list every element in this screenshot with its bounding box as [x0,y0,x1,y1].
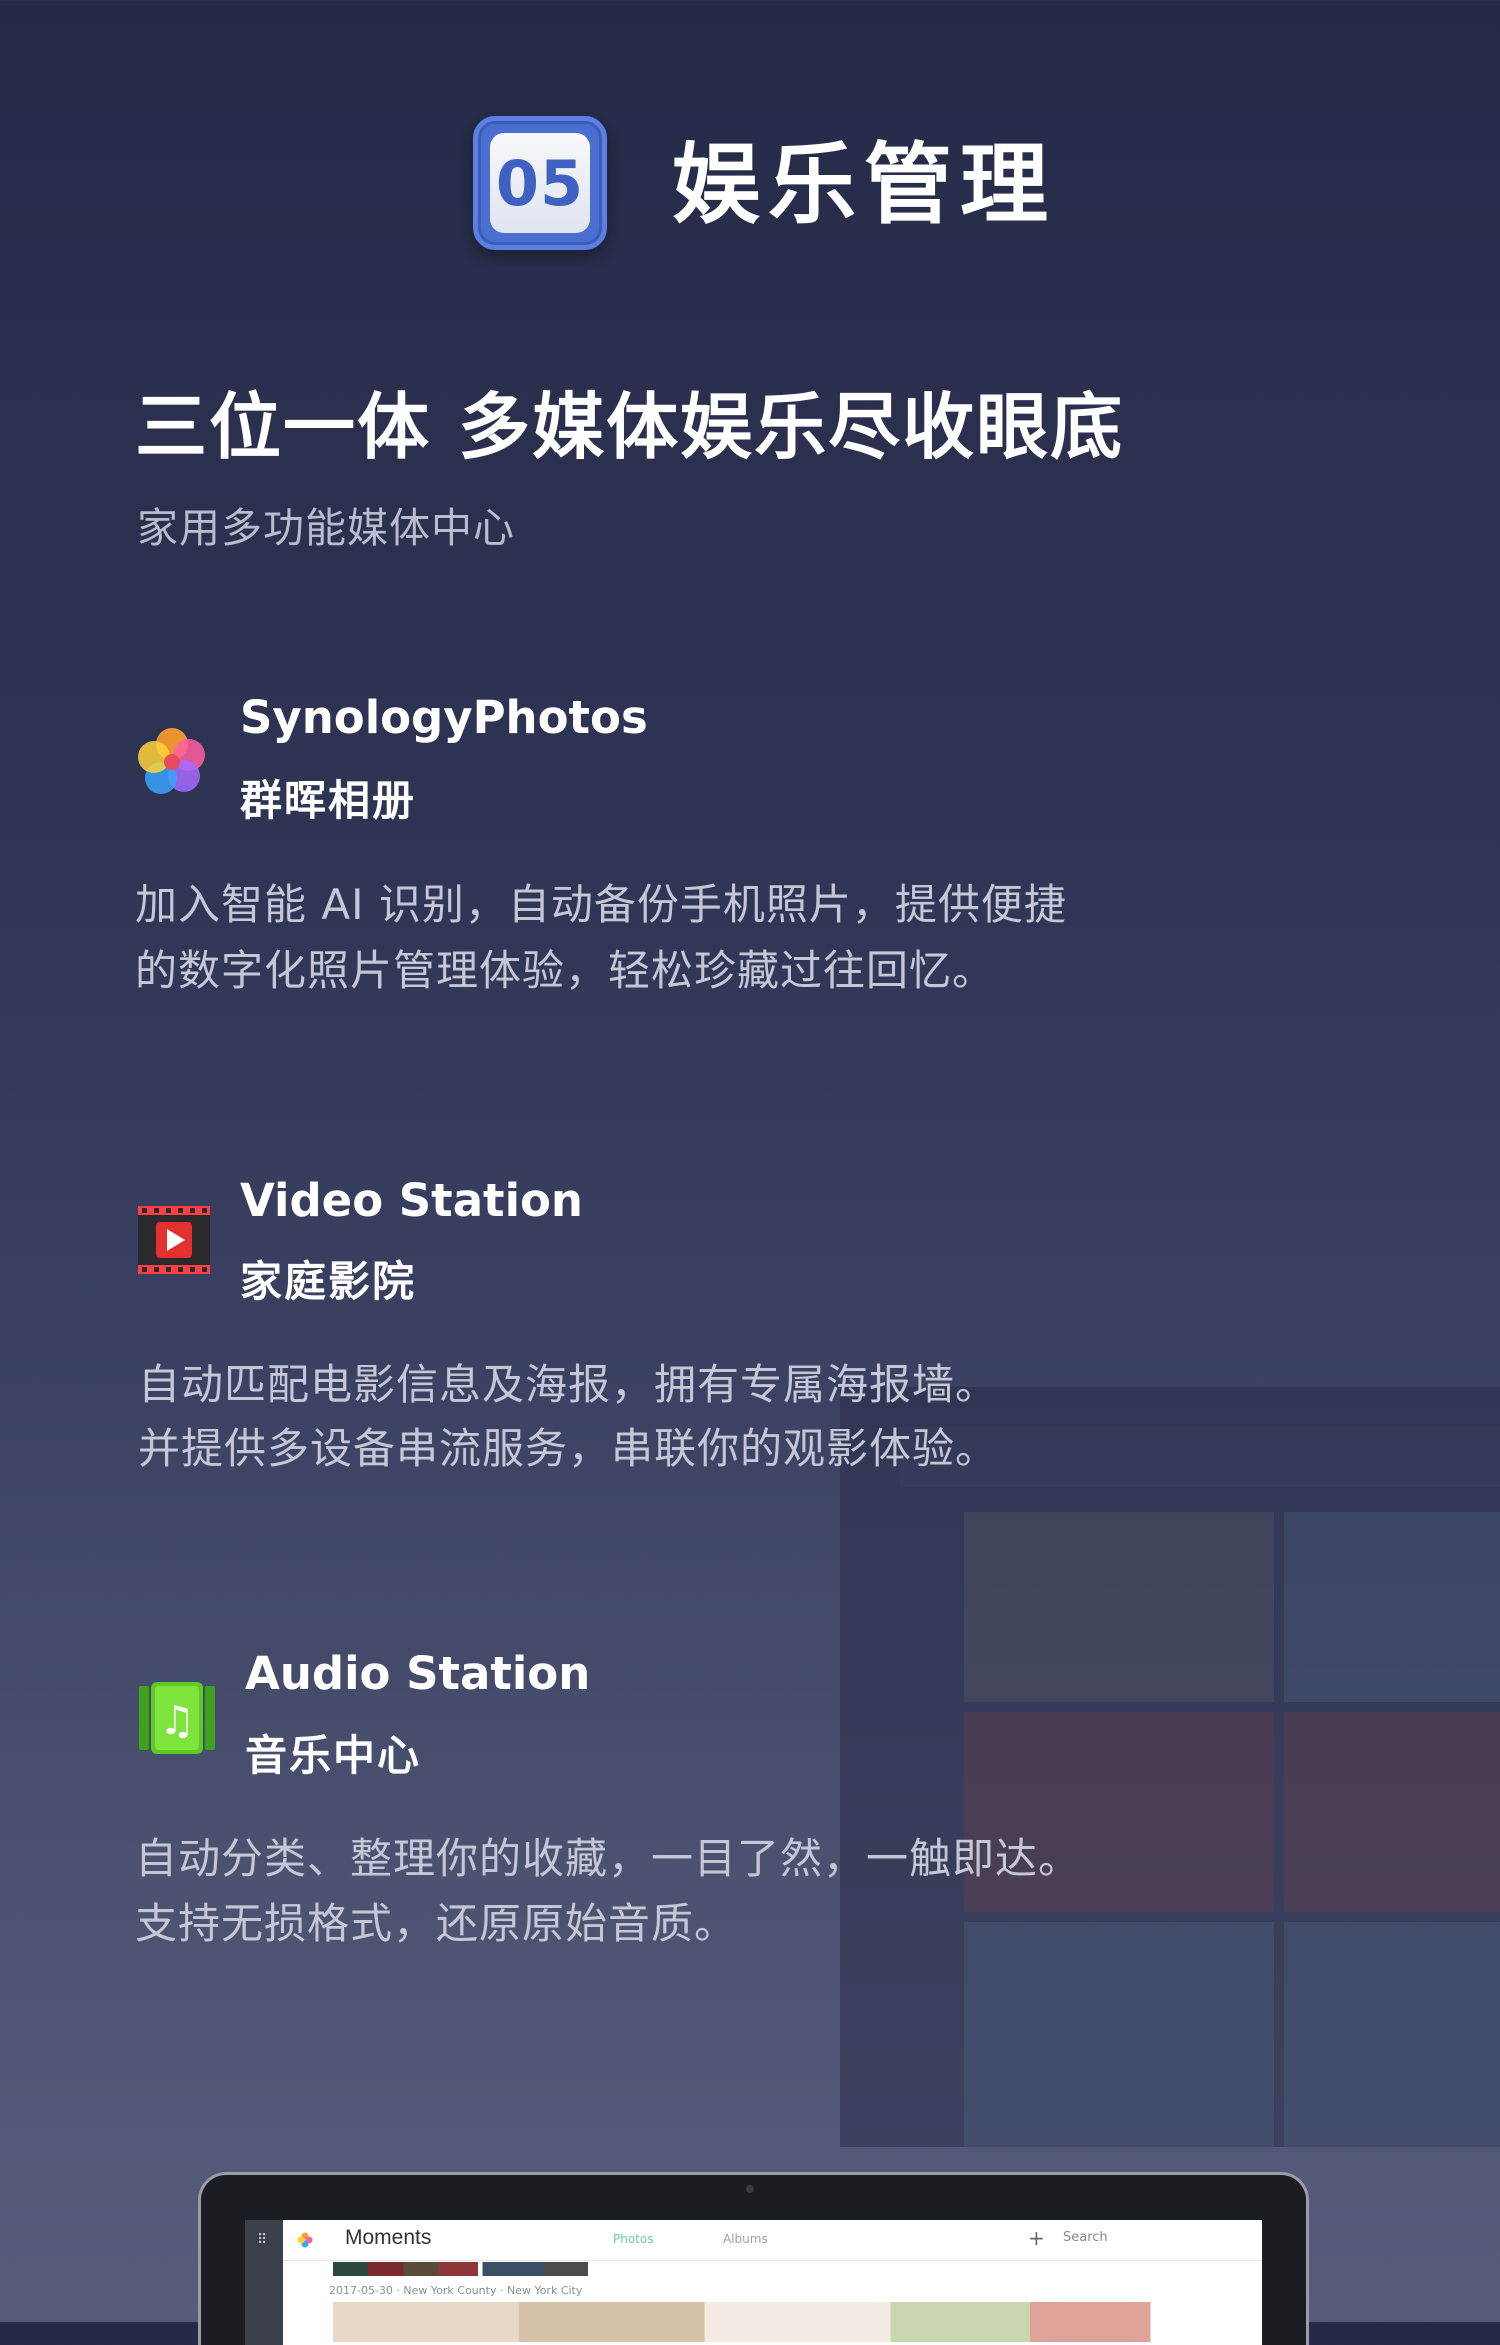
feature-desc-audio-line1: 自动分类、整理你的收藏，一目了然，一触即达。 [135,1834,1082,1883]
laptop-camera [746,2185,754,2193]
music-note-icon: ♫ [137,1678,217,1758]
app-grid-icon[interactable]: ⠿ [257,2232,267,2248]
tab-photos[interactable]: Photos [613,2232,653,2246]
background-photo-tile [964,1922,1274,2147]
tab-albums[interactable]: Albums [723,2232,768,2246]
laptop-screen: ⠿ Moments Photos Albums + Search 2017-05… [245,2220,1262,2345]
moment-date-line: 2017-05-30 · New York County · New York … [329,2284,583,2297]
add-icon[interactable]: + [1028,2226,1045,2250]
app-title: Moments [345,2226,432,2249]
feature-name-cn-audio: 音乐中心 [245,1731,422,1780]
photo-strip [333,2262,773,2276]
app-topbar: Moments Photos Albums + Search [283,2220,1262,2261]
search-input[interactable]: Search [1063,2230,1108,2245]
subtitle: 家用多功能媒体中心 [137,504,515,552]
section-number: 05 [490,133,590,233]
app-sidebar: ⠿ [245,2220,283,2345]
feature-desc-video-line1: 自动匹配电影信息及海报，拥有专属海报墙。 [138,1360,999,1409]
photos-app-icon [297,2232,313,2248]
svg-text:♫: ♫ [159,1698,195,1744]
section-number-badge: 05 [473,116,607,250]
section-title: 娱乐管理 [672,133,1057,236]
photos-flower-icon [132,722,212,802]
background-photo-tile [1284,1512,1500,1702]
background-photo-window [840,1385,1500,2147]
video-play-icon [134,1200,214,1280]
feature-name-audio: Audio Station [245,1647,591,1700]
photo-thumbnails-row[interactable] [333,2302,1262,2342]
feature-name-photos: SynologyPhotos [240,691,648,744]
feature-desc-audio-line2: 支持无损格式，还原原始音质。 [135,1899,738,1948]
feature-desc-photos-line1: 加入智能 AI 识别，自动备份手机照片，提供便捷 [135,880,1067,929]
feature-desc-video-line2: 并提供多设备串流服务，串联你的观影体验。 [138,1424,999,1473]
feature-name-cn-photos: 群晖相册 [240,776,417,825]
headline: 三位一体 多媒体娱乐尽收眼底 [135,385,1125,469]
feature-desc-photos-line2: 的数字化照片管理体验，轻松珍藏过往回忆。 [135,946,996,995]
feature-name-video: Video Station [240,1174,583,1227]
background-photo-tile [964,1512,1274,1702]
background-photo-tile [1284,1922,1500,2147]
laptop-mockup: ⠿ Moments Photos Albums + Search 2017-05… [198,2172,1309,2345]
background-photo-tile [1284,1712,1500,1912]
feature-name-cn-video: 家庭影院 [240,1257,417,1306]
